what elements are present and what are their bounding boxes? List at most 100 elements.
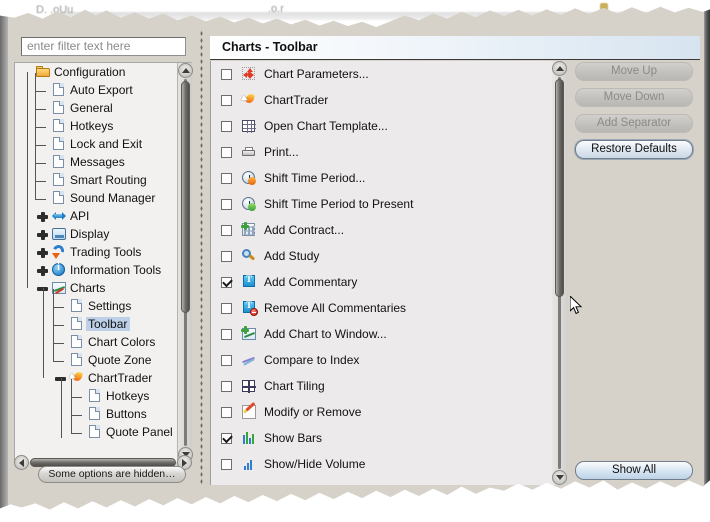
sidebar-item-toolbar[interactable]: Toolbar <box>15 307 175 333</box>
toolbar-item-label: Add Study <box>264 249 320 263</box>
add-separator-button[interactable]: Add Separator <box>575 114 693 133</box>
hidden-options-button[interactable]: Some options are hidden… <box>38 466 186 483</box>
sidebar-item-quote-zone[interactable]: Quote Zone <box>15 343 175 369</box>
tree-toggle-spacer <box>53 325 69 350</box>
screenshot-root: D. .oUu .o.r enter filter text here Conf… <box>0 0 710 522</box>
toolbar-item-checkbox[interactable] <box>221 224 232 236</box>
partial-dialog-button-2[interactable] <box>466 502 552 510</box>
toolbar-item-checkbox[interactable] <box>221 276 232 288</box>
toolbar-item-checkbox[interactable] <box>221 406 232 418</box>
sidebar-item-auto-export[interactable]: Auto Export <box>15 73 175 99</box>
chart-tiling-icon <box>241 378 257 394</box>
toolbar-item-checkbox[interactable] <box>221 250 232 262</box>
sidebar-item-lock-and-exit[interactable]: Lock and Exit <box>15 127 175 153</box>
toolbar-item-row[interactable]: Chart Tiling <box>211 373 562 399</box>
filter-input[interactable]: enter filter text here <box>21 37 186 56</box>
toolbar-item-row[interactable]: Add Study <box>211 243 562 269</box>
toolbar-item-row[interactable]: Compare to Index <box>211 347 562 373</box>
sidebar-item-trading-tools[interactable]: Trading Tools <box>15 243 175 261</box>
toolbar-item-row[interactable]: Add Chart to Window... <box>211 321 562 347</box>
sidebar-item-display[interactable]: Display <box>15 225 175 243</box>
document-icon <box>87 388 103 404</box>
sidebar-item-smart-routing[interactable]: Smart Routing <box>15 163 175 189</box>
tree-scroll-left-button[interactable] <box>14 455 29 470</box>
toolbar-items-container: Chart Parameters... ChartTrader Open Chart… <box>211 61 562 477</box>
tree-expand-icon[interactable] <box>35 262 51 278</box>
sidebar-item-charts[interactable]: Charts <box>15 279 175 297</box>
toolbar-items-list[interactable]: Chart Parameters... ChartTrader Open Chart… <box>210 61 562 485</box>
tree-expand-icon[interactable] <box>35 244 51 260</box>
sidebar-item-sound-manager[interactable]: Sound Manager <box>15 181 175 207</box>
sidebar-item-label: Hotkeys <box>106 389 150 403</box>
shift-time-present-icon <box>241 196 257 212</box>
toolbar-item-checkbox[interactable] <box>221 172 232 184</box>
toolbar-item-row[interactable]: Shift Time Period... <box>211 165 562 191</box>
tree-toggle-spacer <box>35 91 51 116</box>
toolbar-item-checkbox[interactable] <box>221 432 232 444</box>
toolbar-item-row[interactable]: Print... <box>211 139 562 165</box>
restore-defaults-button[interactable]: Restore Defaults <box>575 140 693 159</box>
sidebar-item-hotkeys[interactable]: Hotkeys <box>15 109 175 135</box>
toolbar-item-checkbox[interactable] <box>221 380 232 392</box>
tree-guide-line <box>43 288 44 378</box>
toolbar-item-row[interactable]: Shift Time Period to Present <box>211 191 562 217</box>
tree-toggle-spacer <box>35 163 51 188</box>
show-bars-icon <box>241 430 257 446</box>
sidebar-item-buttons[interactable]: Buttons <box>15 397 175 423</box>
toolbar-item-row[interactable]: Add Contract... <box>211 217 562 243</box>
list-scroll-up-button[interactable] <box>552 61 567 76</box>
toolbar-item-checkbox[interactable] <box>221 146 232 158</box>
sidebar-item-settings[interactable]: Settings <box>15 289 175 315</box>
sidebar-item-label: Information Tools <box>70 263 162 277</box>
tree-scrollbar-thumb[interactable] <box>181 81 190 313</box>
tree-scroll-up-button[interactable] <box>178 63 193 78</box>
toolbar-item-row[interactable]: Open Chart Template... <box>211 113 562 139</box>
toolbar-item-row[interactable]: ChartTrader <box>211 87 562 113</box>
sidebar-item-information-tools[interactable]: Information Tools <box>15 261 175 279</box>
toolbar-item-checkbox[interactable] <box>221 458 232 470</box>
sidebar-item-chart-colors[interactable]: Chart Colors <box>15 325 175 351</box>
toolbar-item-label: Add Commentary <box>264 275 358 289</box>
toolbar-item-checkbox[interactable] <box>221 120 232 132</box>
sidebar-item-quote-panel[interactable]: Quote Panel <box>15 415 175 441</box>
sidebar-item-hotkeys[interactable]: Hotkeys <box>15 379 175 405</box>
sidebar-item-charttrader[interactable]: ChartTrader <box>15 369 175 387</box>
document-icon <box>87 424 103 440</box>
window-left-edge <box>0 6 8 510</box>
toolbar-item-checkbox[interactable] <box>221 94 232 106</box>
panel-splitter[interactable] <box>196 30 208 485</box>
sidebar-item-configuration[interactable]: Configuration <box>15 63 175 81</box>
toolbar-item-row[interactable]: Modify or Remove <box>211 399 562 425</box>
move-down-button[interactable]: Move Down <box>575 88 693 107</box>
toolbar-item-checkbox[interactable] <box>221 354 232 366</box>
document-icon <box>51 172 67 188</box>
tree-vertical-scrollbar[interactable] <box>177 63 193 462</box>
toolbar-item-row[interactable]: Add Commentary <box>211 269 562 295</box>
toolbar-item-checkbox[interactable] <box>221 328 232 340</box>
toolbar-item-row[interactable]: Chart Parameters... <box>211 61 562 87</box>
tree-expand-icon[interactable] <box>35 226 51 242</box>
sidebar-item-label: Settings <box>88 299 132 313</box>
tree-toggle-spacer <box>53 307 69 332</box>
toolbar-item-checkbox[interactable] <box>221 68 232 80</box>
sidebar-item-api[interactable]: API <box>15 207 175 225</box>
toolbar-item-checkbox[interactable] <box>221 302 232 314</box>
toolbar-item-row[interactable]: Show Bars <box>211 425 562 451</box>
toolbar-item-checkbox[interactable] <box>221 198 232 210</box>
document-icon <box>51 136 67 152</box>
sidebar-item-general[interactable]: General <box>15 91 175 117</box>
action-button-column: Move Up Move Down Add Separator Restore … <box>575 62 695 166</box>
settings-tree[interactable]: Configuration Auto Export General Hotkeys Lo… <box>14 62 192 462</box>
partial-dialog-button-1[interactable] <box>370 502 456 510</box>
show-all-button[interactable]: Show All <box>575 461 693 480</box>
magnifier-icon <box>241 248 257 264</box>
sidebar-item-label: Buttons <box>106 407 147 421</box>
list-scroll-down-button[interactable] <box>552 470 567 485</box>
list-scrollbar-thumb[interactable] <box>555 79 564 297</box>
tree-expand-icon[interactable] <box>35 208 51 224</box>
toolbar-item-row[interactable]: Remove All Commentaries <box>211 295 562 321</box>
list-vertical-scrollbar[interactable] <box>552 61 568 485</box>
sidebar-item-messages[interactable]: Messages <box>15 145 175 171</box>
toolbar-item-row[interactable]: Show/Hide Volume <box>211 451 562 477</box>
move-up-button[interactable]: Move Up <box>575 62 693 81</box>
